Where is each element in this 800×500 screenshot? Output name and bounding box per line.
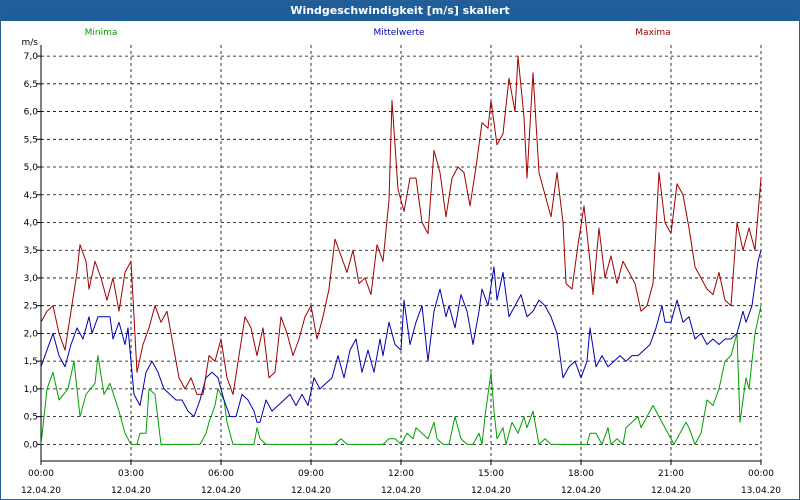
y-axis-label: m/s [22, 38, 39, 48]
x-tick-time-label: 12:00 [388, 469, 414, 479]
wind-speed-chart: 0,0 0,5 1,0 1,5 2,0 2,5 3,0 3,5 4,0 4,5 5,0 5,5 6,0 6… [21, 28, 781, 496]
x-tick-time-label: 06:00 [208, 469, 234, 479]
y-tick-label: 0,0 [24, 440, 39, 450]
x-tick-date-label: 13.04.20 [741, 486, 781, 496]
x-tick-date-label: 12.04.20 [381, 486, 421, 496]
y-tick-label: 6,5 [24, 80, 38, 90]
legend-entry-mittelwerte: Mittelwerte [373, 28, 424, 38]
x-tick-date-label: 12.04.20 [651, 486, 691, 496]
y-tick-label: 3,5 [24, 246, 38, 256]
x-tick-time-label: 00:00 [748, 469, 774, 479]
x-axis: 00:00 12.04.20 03:00 12.04.20 06:00 12.04.20 0… [21, 461, 781, 496]
y-tick-label: 2,5 [24, 302, 38, 312]
x-tick-date-label: 12.04.20 [21, 486, 61, 496]
y-tick-label: 5,5 [24, 135, 38, 145]
x-tick-date-label: 12.04.20 [561, 486, 601, 496]
y-tick-label: 1,0 [24, 385, 39, 395]
legend: Minima Mittelwerte Maxima [85, 28, 671, 38]
x-tick-time-label: 18:00 [568, 469, 594, 479]
y-tick-label: 5,0 [24, 163, 39, 173]
x-tick-time-label: 21:00 [658, 469, 684, 479]
y-tick-label: 7,0 [24, 52, 39, 62]
y-tick-label: 1,5 [24, 357, 38, 367]
legend-entry-maxima: Maxima [635, 28, 670, 38]
y-tick-label: 6,0 [24, 108, 39, 118]
grid [40, 45, 762, 461]
y-axis: 0,0 0,5 1,0 1,5 2,0 2,5 3,0 3,5 4,0 4,5 5,0 5,5 6,0 6… [22, 38, 41, 450]
x-tick-time-label: 03:00 [118, 469, 144, 479]
y-tick-label: 0,5 [24, 413, 38, 423]
x-tick-date-label: 12.04.20 [201, 486, 241, 496]
x-tick-time-label: 15:00 [478, 469, 504, 479]
y-tick-label: 3,0 [24, 274, 39, 284]
x-tick-date-label: 12.04.20 [471, 486, 511, 496]
x-tick-date-label: 12.04.20 [111, 486, 151, 496]
legend-entry-minima: Minima [85, 28, 118, 38]
chart-window: Windgeschwindigkeit [m/s] skaliert 0,0 0,… [0, 0, 800, 500]
x-tick-time-label: 09:00 [298, 469, 324, 479]
y-tick-label: 4,0 [24, 218, 39, 228]
x-tick-time-label: 00:00 [28, 469, 54, 479]
y-tick-label: 2,0 [24, 329, 39, 339]
y-tick-label: 4,5 [24, 191, 38, 201]
x-tick-date-label: 12.04.20 [291, 486, 331, 496]
